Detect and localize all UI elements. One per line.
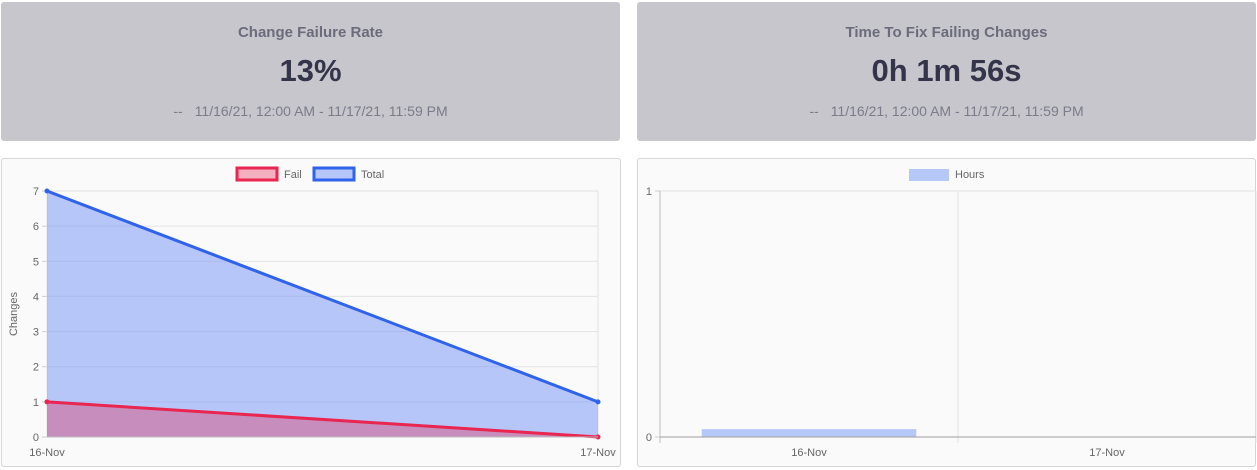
legend-swatch-total: [312, 166, 356, 182]
card-value: 13%: [279, 53, 342, 88]
hours-bar-chart: 0 1 16-Nov 17-Nov Hours: [646, 169, 1257, 459]
legend-label-hours: Hours: [955, 169, 985, 181]
y-tick-label: 1: [646, 186, 652, 198]
changes-chart-panel: 0 1 2 3 4 5 6 7 16-Nov 17-Nov Changes Fail Total: [1, 158, 621, 467]
y-tick-label: 1: [33, 397, 39, 409]
y-axis-title: Changes: [8, 291, 20, 336]
x-tick-label: 17-Nov: [1089, 447, 1125, 459]
time-to-fix-card: Time To Fix Failing Changes 0h 1m 56s --…: [637, 2, 1256, 141]
y-tick-label: 4: [33, 291, 39, 303]
card-value: 0h 1m 56s: [871, 53, 1022, 88]
range-dash: --: [173, 103, 183, 119]
x-tick-label: 16-Nov: [791, 447, 827, 459]
y-tick-label: 3: [33, 327, 39, 339]
y-tick-label: 5: [33, 256, 39, 268]
legend-swatch-fail: [235, 166, 279, 182]
x-tick-label: 16-Nov: [29, 447, 65, 459]
range-dash: --: [809, 103, 819, 119]
card-date-range: -- 11/16/21, 12:00 AM - 11/17/21, 11:59 P…: [637, 103, 1256, 119]
change-failure-rate-card: Change Failure Rate 13% -- 11/16/21, 12:0…: [1, 2, 620, 141]
x-tick-label: 17-Nov: [580, 447, 616, 459]
y-tick-label: 2: [33, 362, 39, 374]
data-point-total: [595, 399, 601, 405]
y-tick-label: 6: [33, 221, 39, 233]
y-tick-label: 7: [33, 186, 39, 198]
legend-label-total: Total: [361, 169, 384, 181]
series-area-total: [47, 191, 598, 437]
bar-hours: [701, 429, 917, 437]
range-text: 11/16/21, 12:00 AM - 11/17/21, 11:59 PM: [194, 103, 448, 119]
data-point-total: [44, 188, 50, 194]
card-date-range: -- 11/16/21, 12:00 AM - 11/17/21, 11:59 P…: [1, 103, 620, 119]
data-point-fail: [44, 399, 50, 405]
y-tick-label: 0: [646, 432, 652, 444]
card-title: Change Failure Rate: [237, 24, 384, 41]
y-tick-label: 0: [33, 432, 39, 444]
legend-swatch-hours: [909, 169, 949, 181]
range-text: 11/16/21, 12:00 AM - 11/17/21, 11:59 PM: [830, 103, 1084, 119]
changes-area-chart: 0 1 2 3 4 5 6 7 16-Nov 17-Nov Changes Fail Total: [8, 166, 616, 459]
card-title: Time To Fix Failing Changes: [845, 24, 1048, 41]
hours-chart-panel: 0 1 16-Nov 17-Nov Hours: [637, 158, 1257, 467]
legend-label-fail: Fail: [284, 169, 302, 181]
